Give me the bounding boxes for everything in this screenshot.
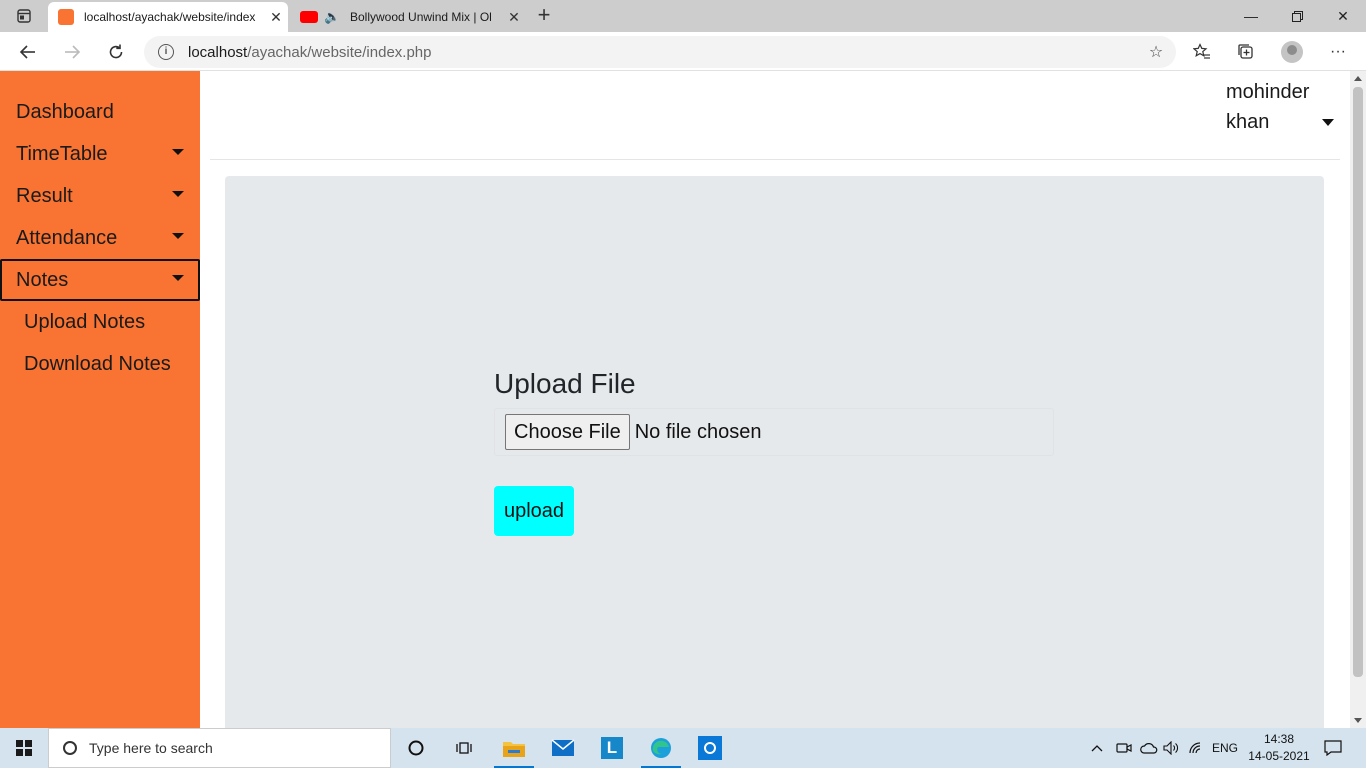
scroll-down-icon[interactable] xyxy=(1354,718,1362,723)
choose-file-button[interactable]: Choose File xyxy=(505,414,630,450)
sidebar-item-label: Attendance xyxy=(16,226,118,249)
meet-now-icon[interactable] xyxy=(1116,728,1132,768)
task-view-icon[interactable] xyxy=(440,728,488,768)
clock-time: 14:38 xyxy=(1263,732,1295,746)
user-first-name: mohinder xyxy=(1226,81,1310,103)
caret-down-icon xyxy=(172,275,184,281)
windows-logo-icon xyxy=(16,740,32,756)
sidebar-subitem-label: Upload Notes xyxy=(24,310,146,333)
caret-down-icon xyxy=(1322,119,1334,126)
tab-actions-icon[interactable] xyxy=(8,6,40,26)
caret-down-icon xyxy=(172,149,184,155)
sidebar: Dashboard TimeTable Result Attendance No… xyxy=(0,71,200,728)
sidebar-subitem-download-notes[interactable]: Download Notes xyxy=(0,343,200,385)
caret-down-icon xyxy=(172,191,184,197)
minimize-button[interactable]: — xyxy=(1228,0,1274,32)
file-explorer-icon[interactable] xyxy=(490,728,538,768)
user-last-name: khan xyxy=(1226,111,1270,133)
sidebar-item-dashboard[interactable]: Dashboard xyxy=(0,91,200,133)
favorites-icon[interactable] xyxy=(1186,36,1218,68)
wifi-icon[interactable] xyxy=(1188,728,1204,768)
tab-title: Bollywood Unwind Mix | Ol xyxy=(350,10,492,24)
close-window-button[interactable]: ✕ xyxy=(1320,0,1366,32)
onedrive-icon[interactable] xyxy=(1140,728,1158,768)
taskbar: Type here to search L ENG 14:38 14-05-20… xyxy=(0,728,1366,768)
youtube-icon xyxy=(300,11,318,23)
tab-localhost[interactable]: localhost/ayachak/website/index ✕ xyxy=(48,2,288,32)
scrollbar-thumb[interactable] xyxy=(1353,87,1363,677)
cortana-app-icon[interactable] xyxy=(686,728,734,768)
app-l-icon[interactable]: L xyxy=(588,728,636,768)
site-info-icon[interactable]: i xyxy=(158,44,174,60)
close-tab-icon[interactable]: ✕ xyxy=(502,9,526,26)
main-content: mohinder khan Upload File Choose File No… xyxy=(200,71,1350,728)
upload-button[interactable]: upload xyxy=(494,486,574,536)
upload-form: Upload File Choose File No file chosen u… xyxy=(494,368,1054,536)
forward-button[interactable] xyxy=(56,36,88,68)
tab-youtube[interactable]: 🔈 Bollywood Unwind Mix | Ol ✕ xyxy=(290,2,526,32)
sidebar-item-notes[interactable]: Notes xyxy=(0,259,200,301)
file-input[interactable]: Choose File No file chosen xyxy=(494,408,1054,456)
volume-icon[interactable] xyxy=(1163,728,1179,768)
close-tab-icon[interactable]: ✕ xyxy=(264,9,288,26)
xampp-icon xyxy=(58,9,74,25)
scrollbar[interactable] xyxy=(1350,71,1366,728)
user-menu[interactable]: mohinder khan xyxy=(1226,77,1336,137)
restore-button[interactable] xyxy=(1274,0,1320,32)
sidebar-item-label: Notes xyxy=(16,268,69,291)
edge-browser-icon[interactable] xyxy=(637,728,685,768)
sidebar-item-attendance[interactable]: Attendance xyxy=(0,217,200,259)
scroll-up-icon[interactable] xyxy=(1354,76,1362,81)
upload-card: Upload File Choose File No file chosen u… xyxy=(225,176,1324,728)
caret-down-icon xyxy=(172,233,184,239)
clock[interactable]: 14:38 14-05-2021 xyxy=(1248,731,1310,765)
sidebar-item-label: Result xyxy=(16,184,73,207)
url-text: localhost/ayachak/website/index.php xyxy=(188,44,432,61)
url-bar[interactable]: i localhost/ayachak/website/index.php ☆ xyxy=(144,36,1176,68)
sidebar-item-timetable[interactable]: TimeTable xyxy=(0,133,200,175)
sidebar-item-result[interactable]: Result xyxy=(0,175,200,217)
tab-bar: localhost/ayachak/website/index ✕ 🔈 Boll… xyxy=(0,0,1366,32)
search-icon xyxy=(63,741,77,755)
refresh-button[interactable] xyxy=(100,36,132,68)
audio-playing-icon[interactable]: 🔈 xyxy=(324,9,342,25)
sidebar-item-label: TimeTable xyxy=(16,142,108,165)
clock-date: 14-05-2021 xyxy=(1248,749,1310,763)
taskbar-search[interactable]: Type here to search xyxy=(48,728,391,768)
add-favorite-icon[interactable]: ☆ xyxy=(1146,42,1166,62)
sidebar-item-label: Dashboard xyxy=(16,100,114,123)
search-placeholder: Type here to search xyxy=(89,740,213,756)
file-status-text: No file chosen xyxy=(634,420,762,443)
page: Dashboard TimeTable Result Attendance No… xyxy=(0,71,1366,728)
collections-icon[interactable] xyxy=(1230,36,1262,68)
show-hidden-icons[interactable] xyxy=(1090,728,1104,768)
avatar-icon xyxy=(1281,41,1303,63)
language-indicator[interactable]: ENG xyxy=(1212,728,1238,768)
sidebar-subitem-upload-notes[interactable]: Upload Notes xyxy=(0,301,200,343)
notifications-icon[interactable] xyxy=(1324,728,1342,768)
profile-avatar[interactable] xyxy=(1276,36,1308,68)
url-path: /ayachak/website/index.php xyxy=(247,43,432,61)
new-tab-button[interactable]: + xyxy=(530,4,558,28)
url-host: localhost xyxy=(188,43,248,61)
start-button[interactable] xyxy=(0,728,48,768)
cortana-icon[interactable] xyxy=(392,728,440,768)
form-title: Upload File xyxy=(494,368,636,399)
back-button[interactable] xyxy=(12,36,44,68)
top-navbar: mohinder khan xyxy=(210,71,1340,160)
tab-title: localhost/ayachak/website/index xyxy=(84,10,256,24)
mail-icon[interactable] xyxy=(539,728,587,768)
more-menu-icon[interactable]: ··· xyxy=(1322,36,1354,68)
sidebar-subitem-label: Download Notes xyxy=(24,352,171,375)
address-bar-row: i localhost/ayachak/website/index.php ☆ … xyxy=(0,32,1366,71)
